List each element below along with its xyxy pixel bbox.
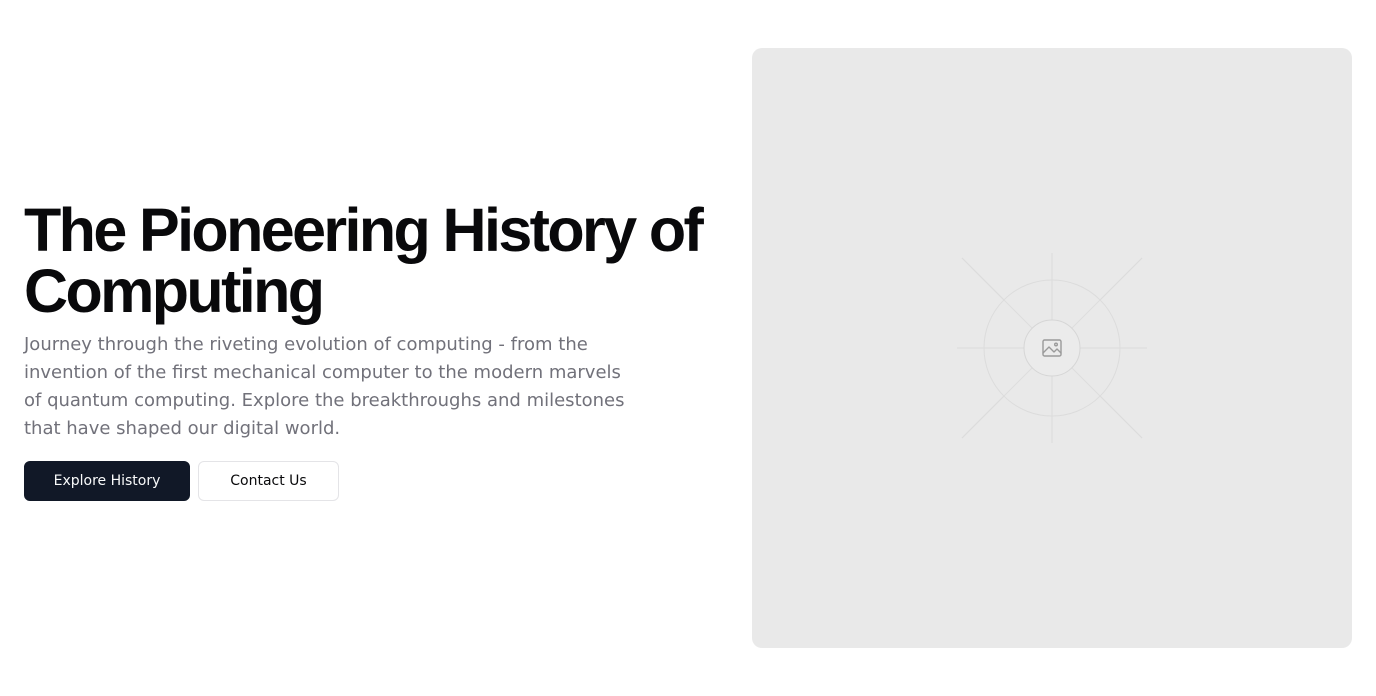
explore-history-button[interactable]: Explore History	[24, 461, 190, 501]
hero-image-placeholder	[752, 48, 1352, 648]
inner-circle	[1023, 319, 1081, 377]
placeholder-graphic	[957, 253, 1147, 443]
hero-section: The Pioneering History of Computing Jour…	[0, 0, 1376, 696]
hero-content: The Pioneering History of Computing Jour…	[24, 200, 724, 501]
hero-title: The Pioneering History of Computing	[24, 196, 704, 325]
contact-us-button[interactable]: Contact Us	[198, 461, 339, 501]
hero-actions: Explore History Contact Us	[24, 461, 724, 501]
hero-description: Journey through the riveting evolution o…	[24, 334, 625, 439]
